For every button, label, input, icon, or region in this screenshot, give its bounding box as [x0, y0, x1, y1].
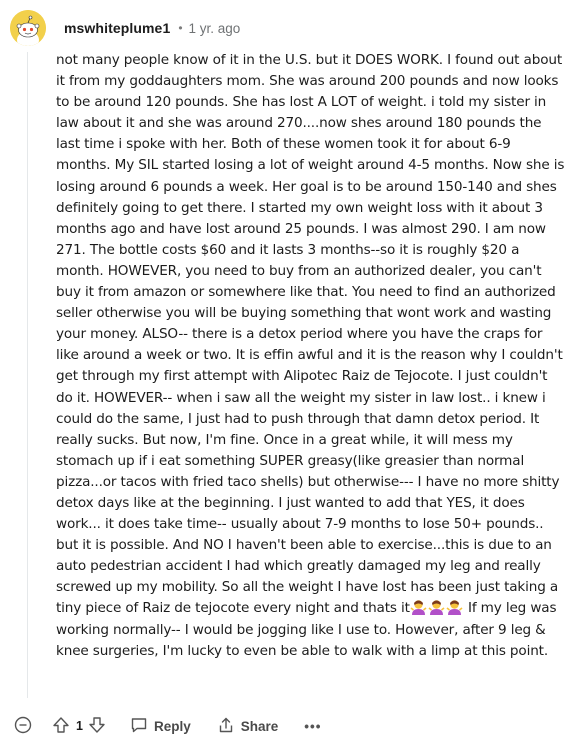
person-shrugging-emoji-icon	[428, 599, 445, 616]
share-button[interactable]: Share	[217, 716, 279, 737]
comment-body-text: not many people know of it in the U.S. b…	[56, 52, 565, 617]
comment-timestamp[interactable]: 1 yr. ago	[189, 21, 241, 36]
person-shrugging-emoji-icon	[446, 599, 463, 616]
person-shrugging-emoji-icon	[410, 599, 427, 616]
downvote-button[interactable]	[88, 716, 106, 737]
share-arrow-icon	[217, 716, 235, 737]
reply-button[interactable]: Reply	[130, 716, 191, 737]
comment-author[interactable]: mswhiteplume1	[64, 20, 170, 36]
more-options-icon: •••	[304, 718, 322, 734]
upvote-button[interactable]	[52, 716, 70, 737]
comment-body: not many people know of it in the U.S. b…	[56, 50, 565, 662]
comment-action-bar: 1 Reply Share •••	[14, 715, 321, 737]
upvote-arrow-icon	[52, 716, 70, 737]
reply-label: Reply	[153, 718, 191, 734]
downvote-arrow-icon	[88, 716, 106, 737]
vote-count: 1	[76, 719, 83, 733]
collapse-button[interactable]	[14, 716, 32, 737]
comment-header: mswhiteplume1 • 1 yr. ago	[10, 10, 240, 46]
more-options-button[interactable]: •••	[304, 719, 321, 734]
collapse-circle-minus-icon	[14, 716, 32, 737]
snoo-avatar-icon[interactable]	[10, 10, 46, 46]
share-label: Share	[240, 718, 279, 734]
thread-line[interactable]	[27, 52, 28, 698]
comment: mswhiteplume1 • 1 yr. ago not many peopl…	[0, 0, 573, 739]
meta-separator: •	[178, 21, 183, 35]
speech-bubble-icon	[130, 716, 148, 737]
